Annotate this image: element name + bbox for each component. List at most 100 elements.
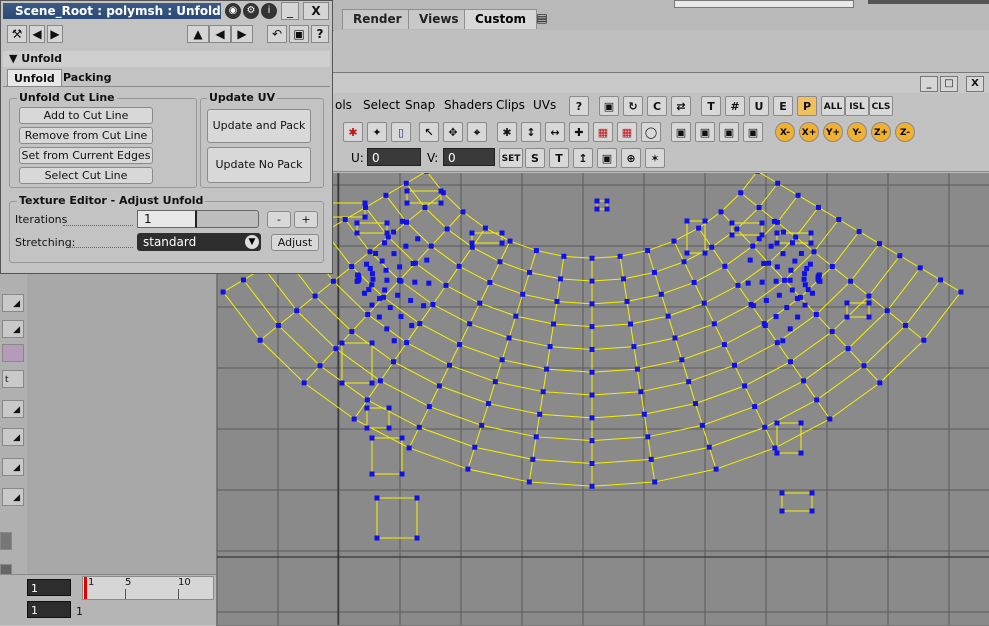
relax-icon[interactable]: ✱ (343, 122, 363, 142)
strip-button-1[interactable]: ◢ (2, 294, 24, 312)
top-input-field[interactable] (674, 0, 854, 8)
select-arrow-icon[interactable]: ↖ (419, 122, 439, 142)
lasso-icon[interactable]: ✦ (367, 122, 387, 142)
menu-tools[interactable]: ols (335, 98, 352, 112)
panel-close-button[interactable]: X (303, 2, 329, 20)
snap-e-icon[interactable]: E (773, 96, 793, 116)
grid-icon[interactable]: # (725, 96, 745, 116)
text-tool-button[interactable]: T (701, 96, 721, 116)
strip-button-5[interactable]: ◢ (2, 400, 24, 418)
align-1-icon[interactable]: ▣ (671, 122, 691, 142)
prev-icon[interactable]: ◀ (29, 25, 45, 43)
add-to-cut-line-button[interactable]: Add to Cut Line (19, 107, 153, 124)
help-icon[interactable]: ? (569, 96, 589, 116)
tab-views[interactable]: Views (408, 9, 470, 29)
menu-snap[interactable]: Snap (405, 98, 435, 112)
align-3-icon[interactable]: ▣ (719, 122, 739, 142)
remove-from-cut-line-button[interactable]: Remove from Cut Line (19, 127, 153, 144)
align-2-icon[interactable]: ▣ (695, 122, 715, 142)
tool-pin-icon[interactable]: ↥ (573, 148, 593, 168)
undo-icon[interactable]: ↶ (267, 25, 287, 43)
back-icon[interactable]: ◀ (209, 25, 231, 43)
menu-uvs[interactable]: UVs (533, 98, 556, 112)
tool-t-icon[interactable]: T (549, 148, 569, 168)
iterations-input[interactable]: 1 (137, 210, 197, 228)
menu-shaders[interactable]: Shaders (444, 98, 493, 112)
swap-icon[interactable]: ⇄ (671, 96, 691, 116)
stretching-dropdown[interactable]: standard (137, 233, 261, 251)
strip-swatch-1[interactable] (0, 532, 12, 550)
wheel-icon[interactable]: ⚙ (243, 3, 259, 19)
scale-v-icon[interactable]: ↕ (521, 122, 541, 142)
panel-minimize-button[interactable]: _ (281, 2, 299, 20)
axis-z-plus-button[interactable]: Z+ (871, 122, 891, 142)
section-header[interactable]: ▼ Unfold (3, 51, 330, 67)
tab-custom[interactable]: Custom (464, 9, 537, 29)
panel-help-icon[interactable]: ? (311, 25, 329, 43)
snap-u-icon[interactable]: U (749, 96, 769, 116)
lock-icon[interactable]: ▣ (599, 96, 619, 116)
chevron-down-icon[interactable]: ▼ (245, 235, 259, 249)
all-button[interactable]: ALL (821, 96, 845, 116)
axis-y-minus-button[interactable]: Y- (847, 122, 867, 142)
scale-h-icon[interactable]: ↔ (545, 122, 565, 142)
strip-button-4[interactable]: t (2, 370, 24, 388)
axis-y-plus-button[interactable]: Y+ (823, 122, 843, 142)
cls-button[interactable]: CLS (869, 96, 893, 116)
translate-icon[interactable]: ✚ (569, 122, 589, 142)
set-from-current-edges-button[interactable]: Set from Current Edges (19, 147, 153, 164)
tab-render[interactable]: Render (342, 9, 413, 29)
frame-start-field[interactable]: 1 (27, 579, 71, 596)
adjust-button[interactable]: Adjust (271, 234, 319, 251)
iterations-decrement-button[interactable]: - (267, 211, 291, 228)
update-and-pack-button[interactable]: Update and Pack (207, 109, 311, 143)
render-icon[interactable]: ◉ (225, 3, 241, 19)
maximize-button[interactable]: □ (940, 76, 958, 92)
v-value-field[interactable]: 0 (443, 148, 495, 166)
refresh-icon[interactable]: ↻ (623, 96, 643, 116)
flip-v-icon[interactable]: ▦ (617, 122, 637, 142)
crop-icon[interactable]: ⌖ (467, 122, 487, 142)
clip-icon[interactable]: C (647, 96, 667, 116)
wrench-icon[interactable]: ⚒ (7, 25, 27, 43)
isl-button[interactable]: ISL (845, 96, 869, 116)
strip-button-2[interactable]: ◢ (2, 320, 24, 338)
home-icon[interactable]: ▲ (187, 25, 209, 43)
close-button[interactable]: X (966, 76, 984, 92)
strip-button-3[interactable] (2, 344, 24, 362)
panel-title[interactable]: Scene_Root : polymsh : Unfold (3, 3, 221, 19)
tool-pivot-icon[interactable]: ⊕ (621, 148, 641, 168)
flip-u-icon[interactable]: ▦ (593, 122, 613, 142)
u-value-field[interactable]: 0 (367, 148, 421, 166)
forward-icon[interactable]: ▶ (231, 25, 253, 43)
axis-x-minus-button[interactable]: X- (775, 122, 795, 142)
align-4-icon[interactable]: ▣ (743, 122, 763, 142)
tool-frame-icon[interactable]: ▣ (597, 148, 617, 168)
set-uv-button[interactable]: SET (499, 148, 523, 168)
scale-all-icon[interactable]: ✱ (497, 122, 517, 142)
snap-p-icon[interactable]: P (797, 96, 817, 116)
iterations-increment-button[interactable]: + (294, 211, 318, 228)
menu-select[interactable]: Select (363, 98, 400, 112)
info-icon[interactable]: i (261, 3, 277, 19)
tab-packing[interactable]: Packing (57, 69, 118, 86)
next-icon[interactable]: ▶ (47, 25, 63, 43)
tab-unfold[interactable]: Unfold (7, 69, 62, 87)
strip-button-7[interactable]: ◢ (2, 458, 24, 476)
tab-options-icon[interactable]: ▤ (534, 10, 550, 26)
menu-clips[interactable]: Clips (496, 98, 525, 112)
strip-button-6[interactable]: ◢ (2, 428, 24, 446)
playhead[interactable] (84, 577, 87, 599)
axis-x-plus-button[interactable]: X+ (799, 122, 819, 142)
timeline-ruler[interactable]: 1 5 10 (82, 576, 214, 600)
tool-s-icon[interactable]: S (525, 148, 545, 168)
select-cut-line-button[interactable]: Select Cut Line (19, 167, 153, 184)
minimize-button[interactable]: _ (920, 76, 938, 92)
update-no-pack-button[interactable]: Update No Pack (207, 147, 311, 183)
move-icon[interactable]: ✥ (443, 122, 463, 142)
mirror-icon[interactable]: ▯ (391, 122, 411, 142)
frame-current-field[interactable]: 1 (27, 601, 71, 618)
strip-button-8[interactable]: ◢ (2, 488, 24, 506)
tool-weld-icon[interactable]: ✶ (645, 148, 665, 168)
rotate-icon[interactable]: ◯ (641, 122, 661, 142)
